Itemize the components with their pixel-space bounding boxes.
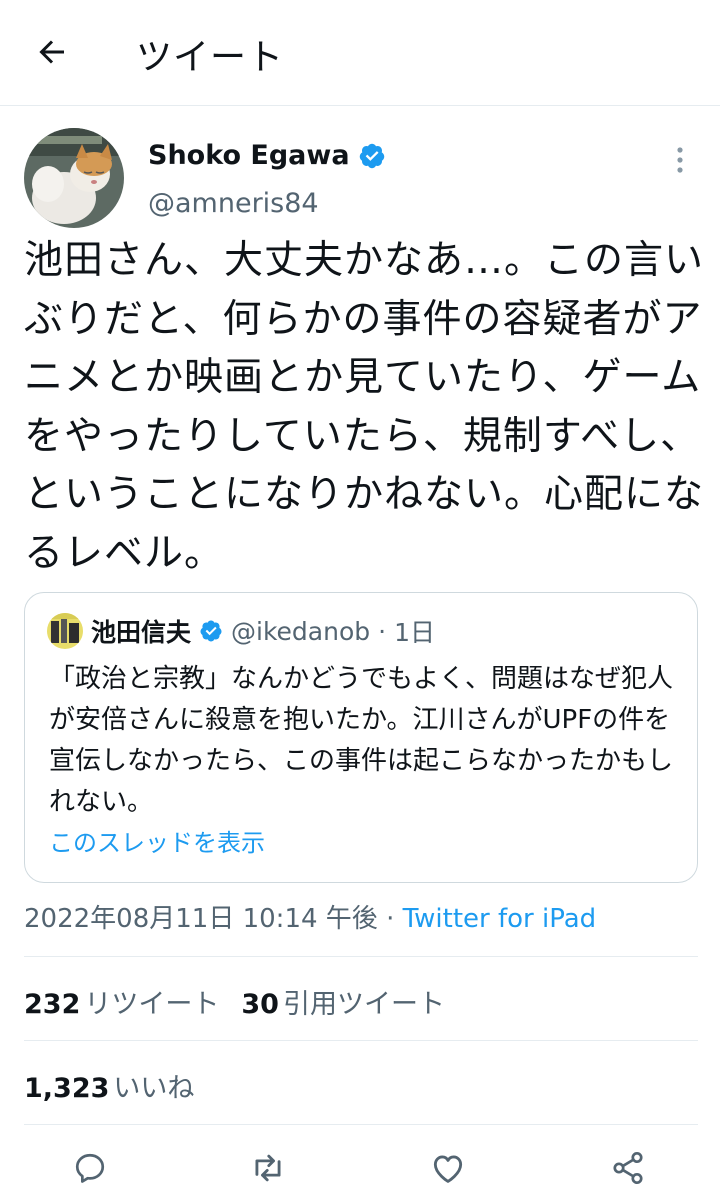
cat-photo xyxy=(24,128,124,228)
reply-icon xyxy=(75,1153,105,1183)
source-link[interactable]: Twitter for iPad xyxy=(403,904,597,934)
timestamp[interactable]: 2022年08月11日 10:14 午後 xyxy=(24,904,378,934)
quoted-author-name: 池田信夫 xyxy=(91,618,192,647)
more-options-button[interactable] xyxy=(668,140,692,180)
verified-badge-icon xyxy=(200,620,222,642)
retweet-stats: 232 リツイート 30 引用ツイート xyxy=(24,982,445,1021)
retweet-icon xyxy=(255,1154,281,1182)
share-button[interactable] xyxy=(606,1146,650,1190)
dot-separator: · xyxy=(378,616,387,646)
back-button[interactable] xyxy=(30,30,74,74)
quoted-age: 1日 xyxy=(394,618,435,647)
retweet-label: リツイート xyxy=(84,989,220,1020)
arrow-left-icon xyxy=(39,40,64,64)
avatar[interactable] xyxy=(24,128,124,228)
author-handle[interactable]: @amneris84 xyxy=(148,188,319,219)
quoted-author-handle: @ikedanob xyxy=(231,616,371,646)
quote-label: 引用ツイート xyxy=(282,989,445,1020)
dot-separator: · xyxy=(386,904,395,934)
show-thread-link[interactable]: このスレッドを表示 xyxy=(49,823,265,858)
tweet-text: 池田さん、大丈夫かなあ…。この言いぶりだと、何らかの事件の容疑者がアニメとか映画… xyxy=(24,238,705,576)
action-bar xyxy=(0,1146,720,1194)
heart-icon xyxy=(433,1155,463,1183)
quote-count: 30 xyxy=(241,989,279,1020)
divider xyxy=(24,1040,698,1041)
page-title: ツイート xyxy=(136,37,285,78)
retweet-count: 232 xyxy=(24,989,81,1020)
quoted-avatar xyxy=(47,613,83,649)
divider xyxy=(24,1124,698,1125)
more-vertical-icon xyxy=(677,147,683,173)
divider xyxy=(24,956,698,957)
retweets-stat[interactable]: 232 リツイート xyxy=(24,989,219,1020)
like-count: 1,323 xyxy=(24,1073,110,1104)
like-label: いいね xyxy=(113,1073,195,1104)
quoted-tweet[interactable]: 池田信夫 @ikedanob · 1日 「政治と宗教」なんかどうでもよく、問題は… xyxy=(24,592,698,883)
author-name-row[interactable]: Shoko Egawa xyxy=(148,140,386,171)
tweet-metadata: 2022年08月11日 10:14 午後 · Twitter for iPad xyxy=(24,898,596,935)
reply-button[interactable] xyxy=(68,1146,112,1190)
quoted-tweet-text: 「政治と宗教」なんかどうでもよく、問題はなぜ犯人が安倍さんに殺意を抱いたか。江川… xyxy=(49,664,674,817)
retweet-button[interactable] xyxy=(246,1146,290,1190)
verified-badge-icon xyxy=(359,143,384,168)
quoted-tweet-header: 池田信夫 @ikedanob · 1日 xyxy=(47,613,435,649)
like-button[interactable] xyxy=(426,1146,470,1190)
share-icon xyxy=(613,1151,643,1185)
author-name[interactable]: Shoko Egawa xyxy=(148,140,350,171)
likes-stat[interactable]: 1,323 いいね xyxy=(24,1066,194,1105)
header-bar: ツイート xyxy=(0,0,720,106)
book-cover-image xyxy=(47,613,83,649)
quotes-stat[interactable]: 30 引用ツイート xyxy=(241,989,445,1020)
